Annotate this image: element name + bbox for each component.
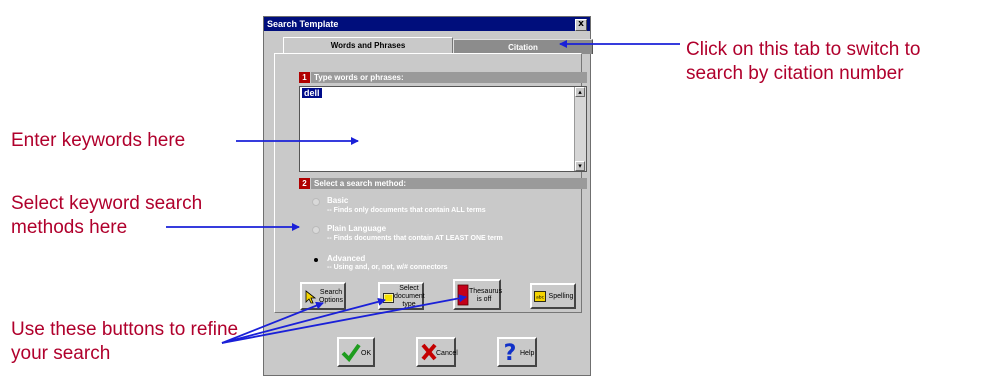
arrow-buttons-1 [221, 301, 324, 344]
arrow-buttons-3 [221, 294, 467, 344]
annotation-arrows [166, 40, 680, 344]
arrow-buttons-2 [221, 297, 386, 344]
